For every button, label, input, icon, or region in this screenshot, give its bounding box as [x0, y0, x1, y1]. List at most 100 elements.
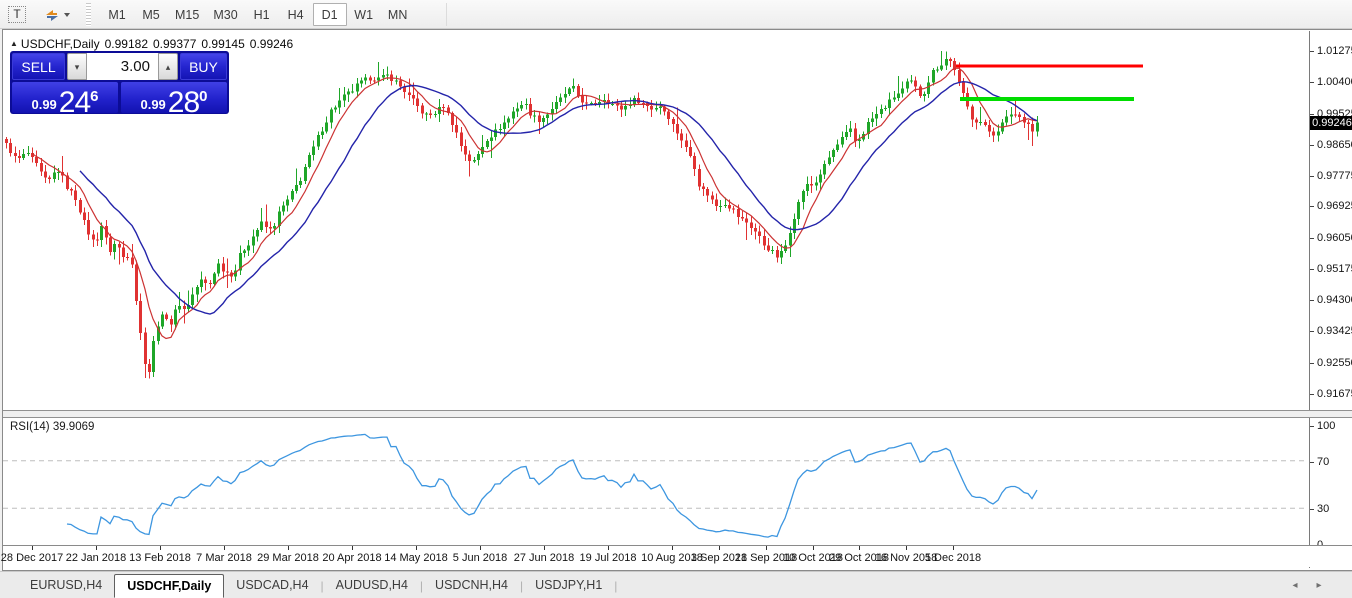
date-axis: 28 Dec 201722 Jan 201813 Feb 2018 7 Mar 2… — [3, 545, 1352, 567]
buy-price-sup: 0 — [199, 88, 207, 105]
date-tick — [352, 546, 353, 550]
text-tool-button[interactable]: T — [5, 3, 29, 26]
sell-button[interactable]: SELL — [12, 53, 65, 80]
mt4-application: T M1M5M15M30H1H4D1W1MN ▲USDCHF,Daily0.99… — [0, 0, 1352, 598]
buy-price-button[interactable]: 0.99280 — [121, 82, 227, 113]
sell-price-big: 24 — [59, 86, 90, 119]
chart-tab-usdcnh[interactable]: USDCNH,H4 — [423, 575, 520, 597]
date-tick-label: 13 Feb 2018 — [129, 552, 191, 564]
price-axis: 0.99246 1.012751.004000.995250.986500.97… — [1309, 31, 1352, 568]
rsi-tick — [1310, 509, 1314, 510]
price-tick-label: 0.92550 — [1317, 357, 1352, 369]
horizontal-lines-layer — [956, 64, 1143, 101]
volume-input[interactable] — [87, 53, 158, 80]
timeframe-button-m5[interactable]: M5 — [134, 3, 168, 26]
chart-tab-usdcad[interactable]: USDCAD,H4 — [224, 575, 320, 597]
toolbar-grip[interactable] — [86, 3, 91, 26]
ma-slow-line — [80, 82, 1037, 314]
date-tick — [953, 546, 954, 550]
symbol-label: USDCHF,Daily — [21, 37, 100, 51]
price-tick — [1310, 363, 1314, 364]
timeframe-toolbar: M1M5M15M30H1H4D1W1MN — [100, 3, 415, 26]
toolbar-separator — [446, 3, 447, 26]
timeframe-button-h4[interactable]: H4 — [279, 3, 313, 26]
date-tick — [288, 546, 289, 550]
price-tick — [1310, 206, 1314, 207]
date-tick — [160, 546, 161, 550]
price-tick — [1310, 82, 1314, 83]
price-tick-label: 0.97775 — [1317, 170, 1352, 182]
high-value: 0.99377 — [153, 37, 196, 51]
sell-price-base: 0.99 — [31, 97, 56, 112]
price-tick — [1310, 114, 1314, 115]
date-tick-label: 5 Dec 2018 — [925, 552, 981, 564]
date-tick — [719, 546, 720, 550]
one-click-trading-panel: SELL ▾ ▴ BUY 0.99246 0.99280 — [10, 51, 229, 114]
arrows-tool-icon — [44, 8, 60, 23]
price-tick — [1310, 331, 1314, 332]
timeframe-button-mn[interactable]: MN — [381, 3, 415, 26]
price-tick — [1310, 145, 1314, 146]
date-tick — [96, 546, 97, 550]
price-tick — [1310, 300, 1314, 301]
date-tick-label: 14 May 2018 — [384, 552, 448, 564]
timeframe-button-m30[interactable]: M30 — [206, 3, 244, 26]
rsi-chart-svg — [3, 418, 1308, 545]
date-tick-label: 20 Apr 2018 — [322, 552, 381, 564]
chart-tab-usdchf[interactable]: USDCHF,Daily — [114, 574, 224, 598]
date-tick-label: 28 Dec 2017 — [1, 552, 63, 564]
rsi-tick-label: 70 — [1317, 456, 1329, 468]
chart-window: ▲USDCHF,Daily0.991820.993770.991450.9924… — [2, 29, 1352, 571]
pane-divider[interactable] — [3, 410, 1352, 418]
rsi-tick-label: 30 — [1317, 503, 1329, 515]
chart-tab-eurusd[interactable]: EURUSD,H4 — [18, 575, 114, 597]
price-tick-label: 1.01275 — [1317, 45, 1352, 57]
rsi-tick — [1310, 462, 1314, 463]
buy-price-big: 28 — [168, 86, 199, 119]
buy-button[interactable]: BUY — [180, 53, 227, 80]
date-tick — [480, 546, 481, 550]
price-tick — [1310, 238, 1314, 239]
price-tick — [1310, 176, 1314, 177]
rsi-tick-label: 100 — [1317, 420, 1335, 432]
chart-tab-usdjpy[interactable]: USDJPY,H1 — [523, 575, 614, 597]
timeframe-button-d1[interactable]: D1 — [313, 3, 347, 26]
date-tick — [416, 546, 417, 550]
timeframe-button-w1[interactable]: W1 — [347, 3, 381, 26]
close-value: 0.99246 — [250, 37, 293, 51]
collapse-triangle-icon[interactable]: ▲ — [10, 39, 18, 48]
price-tick — [1310, 51, 1314, 52]
price-tick — [1310, 269, 1314, 270]
tab-scroll-left-icon[interactable]: ◂ — [1288, 579, 1302, 593]
date-tick — [544, 546, 545, 550]
rsi-pane[interactable]: RSI(14) 39.9069 — [3, 418, 1308, 545]
date-tick — [859, 546, 860, 550]
date-tick-label: 7 Mar 2018 — [196, 552, 252, 564]
date-tick — [608, 546, 609, 550]
current-price-tag: 0.99246 — [1310, 116, 1352, 130]
tab-scroll-right-icon[interactable]: ▸ — [1312, 579, 1326, 593]
volume-increase-button[interactable]: ▴ — [158, 53, 178, 80]
chevron-down-icon — [64, 13, 70, 17]
toolbar: T M1M5M15M30H1H4D1W1MN — [0, 0, 1352, 29]
price-tick-label: 0.95175 — [1317, 263, 1352, 275]
date-tick — [906, 546, 907, 550]
chart-tab-audusd[interactable]: AUDUSD,H4 — [324, 575, 420, 597]
date-tick — [672, 546, 673, 550]
timeframe-button-h1[interactable]: H1 — [245, 3, 279, 26]
timeframe-button-m1[interactable]: M1 — [100, 3, 134, 26]
arrows-tool-button[interactable] — [36, 3, 78, 26]
buy-price-base: 0.99 — [140, 97, 165, 112]
date-tick-label: 27 Jun 2018 — [514, 552, 575, 564]
rsi-line — [67, 434, 1037, 537]
price-tick-label: 0.93425 — [1317, 325, 1352, 337]
timeframe-button-m15[interactable]: M15 — [168, 3, 206, 26]
date-tick — [813, 546, 814, 550]
text-tool-icon: T — [8, 6, 25, 23]
sell-price-button[interactable]: 0.99246 — [12, 82, 118, 113]
sell-price-sup: 6 — [90, 88, 98, 105]
price-tick-label: 0.94300 — [1317, 294, 1352, 306]
volume-decrease-button[interactable]: ▾ — [67, 53, 87, 80]
date-tick-label: 22 Jan 2018 — [66, 552, 127, 564]
price-tick-label: 0.91675 — [1317, 388, 1352, 400]
